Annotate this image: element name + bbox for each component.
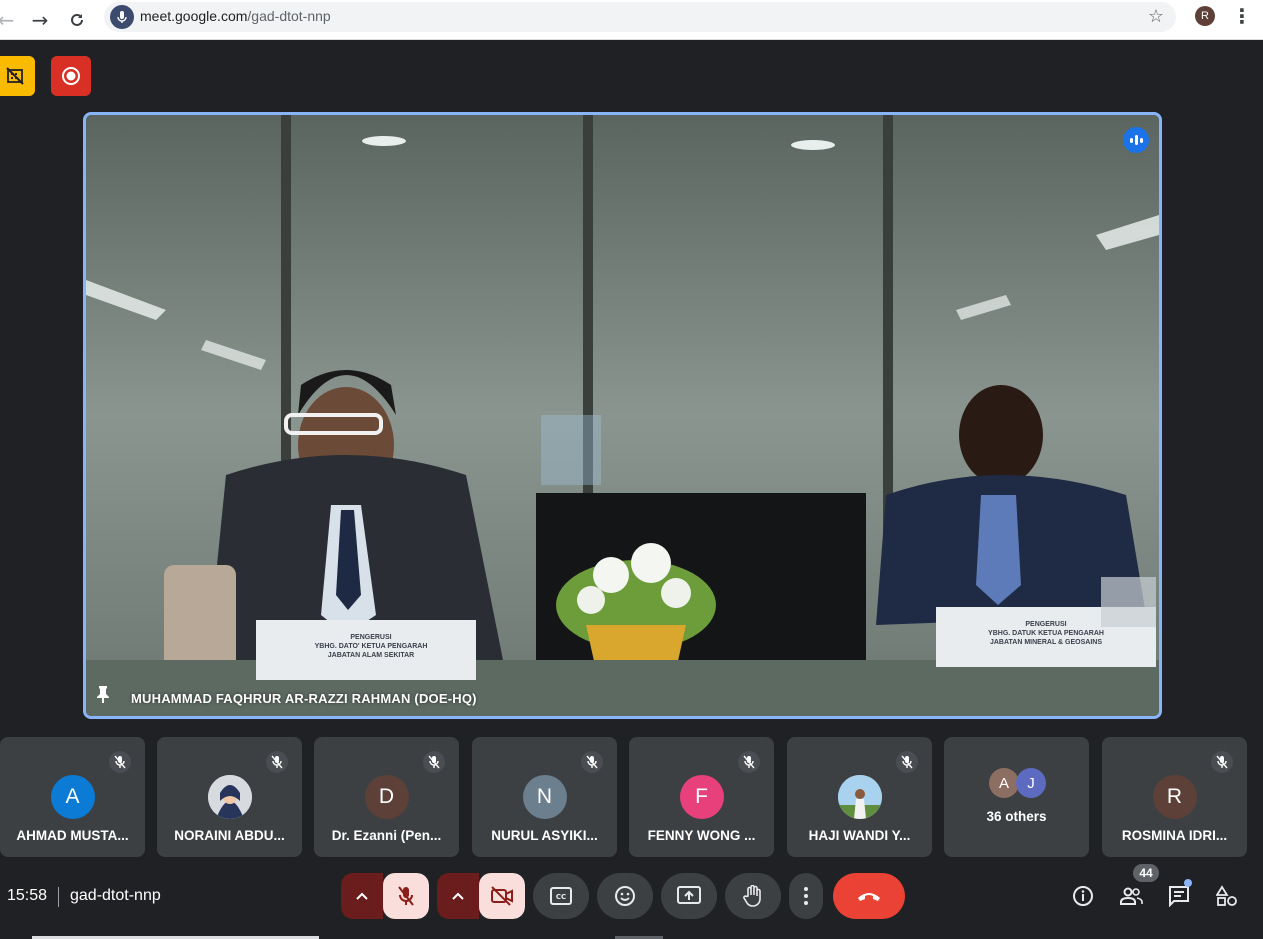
camera-control xyxy=(437,873,525,919)
participant-tile[interactable]: N NURUL ASYIKI... xyxy=(472,737,617,857)
participant-tile[interactable]: HAJI WANDI Y... xyxy=(787,737,932,857)
participant-name: ROSMINA IDRI... xyxy=(1121,828,1228,843)
url-host: meet.google.com xyxy=(140,8,248,24)
meeting-details-info-icon[interactable] xyxy=(1071,884,1095,908)
mic-off-icon xyxy=(1211,751,1233,773)
turn-on-camera-button[interactable] xyxy=(479,873,525,919)
address-bar[interactable]: meet.google.com/gad-dtot-nnp ☆ xyxy=(104,2,1176,32)
participant-tile[interactable]: R ROSMINA IDRI... xyxy=(1102,737,1247,857)
recording-icon[interactable] xyxy=(51,56,91,96)
bookmark-star-icon[interactable]: ☆ xyxy=(1148,6,1164,27)
nameplate-right: PENGERUSI YBHG. DATUK KETUA PENGARAH JAB… xyxy=(988,621,1104,646)
captions-button[interactable]: CC xyxy=(533,873,589,919)
avatar: N xyxy=(522,775,567,819)
background-blur-off-icon[interactable] xyxy=(0,56,35,96)
participant-tile[interactable]: A AHMAD MUSTA... xyxy=(0,737,145,857)
microphone-control xyxy=(341,873,429,919)
reactions-button[interactable] xyxy=(597,873,653,919)
meeting-time: 15:58 xyxy=(7,887,48,904)
avatar-photo xyxy=(207,775,252,819)
browser-toolbar: ← → meet.google.com/gad-dtot-nnp ☆ R ⋮ xyxy=(0,0,1263,40)
chat-icon[interactable] xyxy=(1167,884,1191,908)
pin-icon[interactable] xyxy=(96,685,110,708)
avatar: D xyxy=(364,775,409,819)
browser-menu-icon[interactable]: ⋮ xyxy=(1232,4,1252,28)
nameplate-left: PENGERUSI YBHG. DATO' KETUA PENGARAH JAB… xyxy=(314,634,428,659)
participant-name: HAJI WANDI Y... xyxy=(808,828,911,843)
microphone-in-use-icon[interactable] xyxy=(110,5,134,29)
avatar: J xyxy=(1016,768,1046,798)
speaker-name-label: MUHAMMAD FAQHRUR AR-RAZZI RAHMAN (DOE-HQ… xyxy=(131,691,477,706)
url-path: /gad-dtot-nnp xyxy=(247,8,331,24)
participant-name: NORAINI ABDU... xyxy=(174,828,285,843)
participant-tile[interactable]: D Dr. Ezanni (Pen... xyxy=(314,737,459,857)
avatar: A xyxy=(989,768,1019,798)
avatar-photo xyxy=(837,775,882,819)
avatar: A xyxy=(50,775,95,819)
participant-name: Dr. Ezanni (Pen... xyxy=(331,828,442,843)
mic-off-icon xyxy=(266,751,288,773)
avatar: R xyxy=(1152,775,1197,819)
mic-off-icon xyxy=(581,751,603,773)
mic-off-icon xyxy=(896,751,918,773)
profile-avatar[interactable]: R xyxy=(1195,6,1215,26)
chat-unread-dot xyxy=(1184,879,1192,887)
unmute-button[interactable] xyxy=(383,873,429,919)
participant-tile[interactable]: F FENNY WONG ... xyxy=(629,737,774,857)
avatar: F xyxy=(679,775,724,819)
back-icon[interactable]: ← xyxy=(0,6,20,34)
participant-tile[interactable]: NORAINI ABDU... xyxy=(157,737,302,857)
audio-options-chevron-icon[interactable] xyxy=(341,873,383,919)
participant-name: AHMAD MUSTA... xyxy=(16,828,129,843)
mic-off-icon xyxy=(738,751,760,773)
speaking-indicator-icon xyxy=(1123,127,1149,153)
others-tile[interactable]: A J 36 others xyxy=(944,737,1089,857)
svg-text:CC: CC xyxy=(556,893,566,901)
present-screen-button[interactable] xyxy=(661,873,717,919)
others-count-label: 36 others xyxy=(986,809,1047,824)
reload-icon[interactable] xyxy=(63,6,91,34)
meeting-code: gad-dtot-nnp xyxy=(70,887,161,904)
more-options-button[interactable] xyxy=(789,873,823,919)
url-text: meet.google.com/gad-dtot-nnp xyxy=(140,8,331,24)
pinned-video-tile[interactable]: PENGERUSI YBHG. DATO' KETUA PENGARAH JAB… xyxy=(83,112,1162,719)
activities-icon[interactable] xyxy=(1215,884,1239,908)
video-options-chevron-icon[interactable] xyxy=(437,873,479,919)
participant-name: FENNY WONG ... xyxy=(647,828,756,843)
mic-off-icon xyxy=(423,751,445,773)
participant-name: NURUL ASYIKI... xyxy=(491,828,598,843)
people-icon[interactable] xyxy=(1119,884,1143,908)
raise-hand-button[interactable] xyxy=(725,873,781,919)
participant-count-badge: 44 xyxy=(1133,864,1159,882)
forward-icon[interactable]: → xyxy=(26,6,54,34)
divider xyxy=(58,887,59,907)
leave-call-button[interactable] xyxy=(833,873,905,919)
mic-off-icon xyxy=(109,751,131,773)
